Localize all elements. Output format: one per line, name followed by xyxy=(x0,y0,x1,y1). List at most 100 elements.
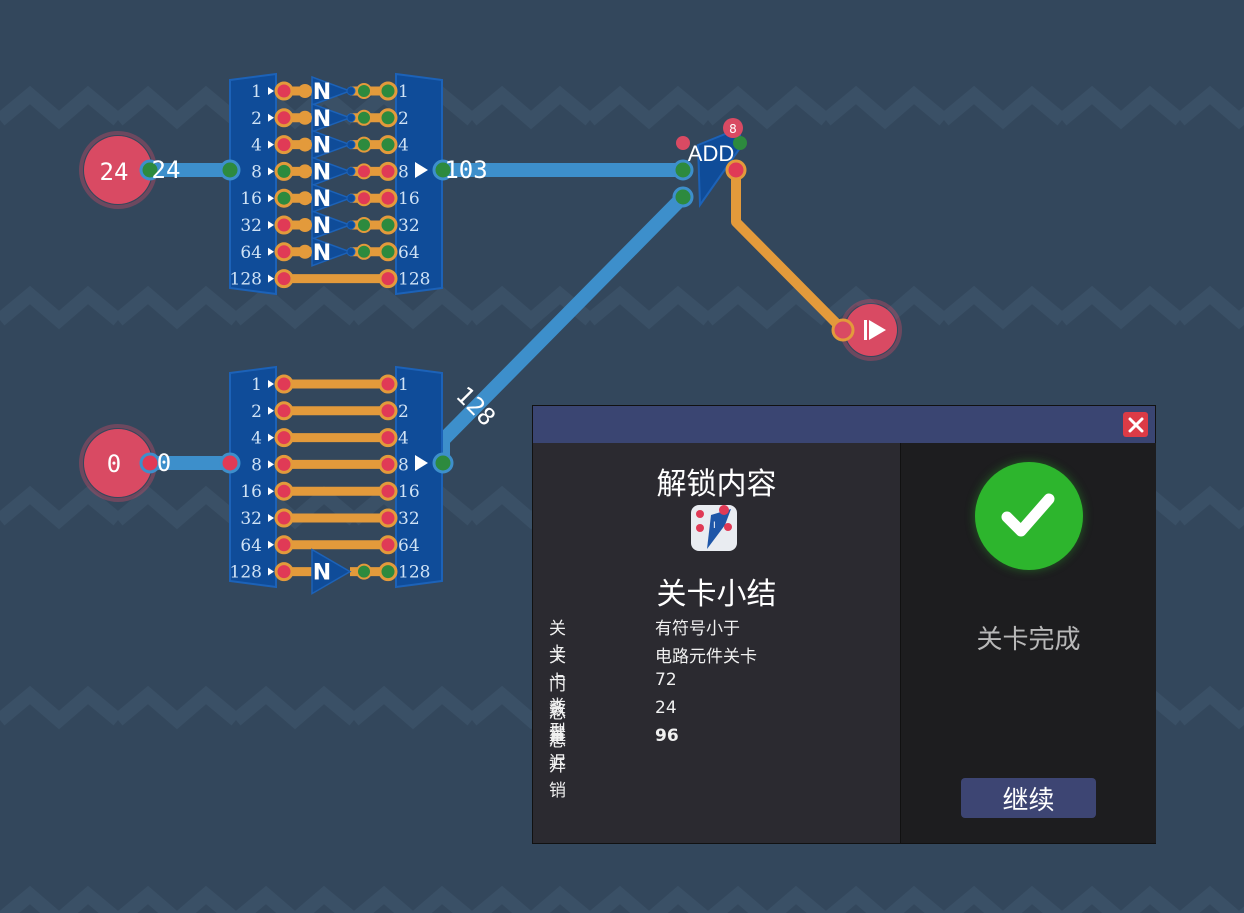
pin xyxy=(356,217,372,233)
pin xyxy=(274,374,294,394)
bit-label-left: 64 xyxy=(240,536,262,556)
pin xyxy=(378,108,398,128)
bit-label-right: 8 xyxy=(398,455,409,475)
pin xyxy=(356,136,372,153)
pin xyxy=(356,243,372,260)
pin xyxy=(298,244,312,259)
pin xyxy=(298,218,312,232)
bit-label-left: 32 xyxy=(240,509,262,529)
pin xyxy=(356,109,372,126)
pin xyxy=(378,401,398,421)
bit-label-left: 16 xyxy=(240,482,262,502)
bit-label-left: 8 xyxy=(251,455,262,475)
not-gate-label: N xyxy=(313,241,331,266)
not-gate-label: N xyxy=(313,160,331,185)
row-value: 电路元件关卡 xyxy=(655,647,757,667)
bit-label-right: 32 xyxy=(398,216,420,236)
row-value: 24 xyxy=(655,698,677,718)
bit-label-left: 2 xyxy=(251,109,262,129)
bit-label-left: 128 xyxy=(230,563,262,583)
bit-label-right: 64 xyxy=(398,243,420,263)
byte-out-label: 103 xyxy=(444,156,487,184)
pin xyxy=(378,508,398,528)
status-pane: 关卡完成 继续 xyxy=(900,443,1156,843)
bit-label-left: 8 xyxy=(251,162,262,182)
bit-label-right: 1 xyxy=(398,375,409,395)
bit-label-left: 4 xyxy=(251,429,262,449)
add-badge: 8 xyxy=(729,122,737,136)
not-gate-label: N xyxy=(313,214,331,239)
pin xyxy=(378,535,398,555)
close-button[interactable] xyxy=(1123,412,1148,437)
bit-label-left: 1 xyxy=(251,375,262,395)
pin xyxy=(274,428,294,448)
pin xyxy=(274,562,294,582)
pin xyxy=(274,215,294,235)
pin xyxy=(378,215,398,235)
level-complete-text: 关卡完成 xyxy=(976,625,1081,655)
not-bubble xyxy=(346,166,356,176)
pin xyxy=(356,163,372,180)
pin xyxy=(274,269,294,289)
pin xyxy=(378,135,398,155)
pin xyxy=(378,481,398,501)
bit-label-right: 32 xyxy=(398,509,420,529)
bit-label-right: 16 xyxy=(398,482,420,502)
pin xyxy=(298,137,312,152)
bit-label-left: 2 xyxy=(251,402,262,422)
not-bubble xyxy=(346,86,356,96)
input-a-wire-label: 24 xyxy=(152,156,181,184)
add-component-icon[interactable]: I xyxy=(691,505,737,551)
input-a-value: 24 xyxy=(100,158,129,186)
dialog-header xyxy=(533,406,1155,443)
not-bubble xyxy=(346,220,356,230)
pin xyxy=(274,454,294,474)
not-bubble xyxy=(346,247,356,257)
bit-label-left: 4 xyxy=(251,136,262,156)
pin xyxy=(356,190,372,207)
bit-label-left: 1 xyxy=(251,82,262,102)
close-icon xyxy=(1128,417,1143,432)
pin xyxy=(274,481,294,501)
add-label: ADD xyxy=(688,141,734,166)
checkmark-icon xyxy=(1001,493,1055,537)
pin xyxy=(378,428,398,448)
bit-label-right: 128 xyxy=(398,563,430,583)
input-b-wire-label: 0 xyxy=(157,449,171,477)
bit-label-left: 64 xyxy=(240,243,262,263)
level-complete-dialog: 解锁内容 I 关卡小结 关卡 有符号小于 关卡类型 电路元件关卡 门数量 72 … xyxy=(532,405,1156,844)
bit-label-right: 1 xyxy=(398,82,409,102)
pin xyxy=(378,454,398,474)
svg-text:I: I xyxy=(713,521,716,531)
summary-title: 关卡小结 xyxy=(656,577,777,612)
bit-label-right: 128 xyxy=(398,270,430,290)
continue-button[interactable]: 继续 xyxy=(961,778,1096,818)
not-bubble xyxy=(346,113,356,123)
not-bubble xyxy=(346,193,356,203)
pin xyxy=(298,110,312,125)
bit-label-left: 128 xyxy=(230,270,262,290)
not-gate-label: N xyxy=(313,80,331,105)
row-value: 96 xyxy=(655,726,679,746)
not-gate-label: N xyxy=(313,187,331,212)
row-key: 总开销 xyxy=(549,731,566,801)
pin xyxy=(378,269,398,289)
pin xyxy=(378,242,398,262)
pin xyxy=(274,135,294,155)
pin xyxy=(274,188,294,208)
pin xyxy=(274,401,294,421)
pin xyxy=(274,535,294,555)
bit-label-right: 4 xyxy=(398,429,409,449)
unlock-title: 解锁内容 xyxy=(656,467,777,502)
pin xyxy=(356,83,372,99)
pin xyxy=(274,508,294,528)
bit-label-right: 64 xyxy=(398,536,420,556)
pin xyxy=(298,191,312,206)
summary-pane: 解锁内容 I 关卡小结 关卡 有符号小于 关卡类型 电路元件关卡 门数量 72 … xyxy=(533,443,900,843)
bit-label-right: 2 xyxy=(398,109,409,129)
pin xyxy=(274,81,294,101)
pin xyxy=(378,562,398,582)
not-gate-label: N xyxy=(313,134,331,159)
pin xyxy=(274,108,294,128)
pin xyxy=(274,242,294,262)
